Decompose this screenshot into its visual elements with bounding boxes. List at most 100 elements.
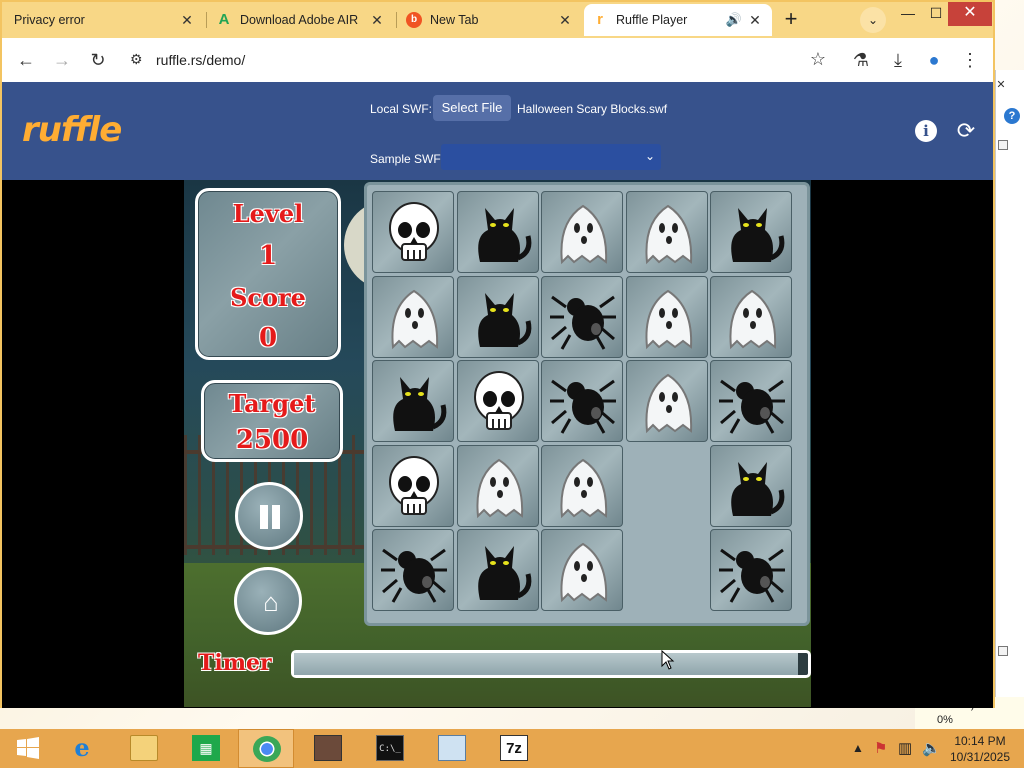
ruffle-header: ruffle Local SWF: Select File Halloween …: [2, 82, 993, 180]
board-tile-cat[interactable]: [710, 444, 792, 527]
download-icon[interactable]: ⤓: [884, 46, 912, 74]
tab-adobe-air[interactable]: A Download Adobe AIR ✕: [208, 4, 394, 36]
ruffle-demo-page: ruffle Local SWF: Select File Halloween …: [2, 82, 993, 708]
chevron-down-icon: ⌄: [644, 149, 655, 163]
ghost-icon: [644, 373, 692, 434]
window-close-button[interactable]: ✕: [948, 2, 992, 26]
sample-swf-label: Sample SWF:: [370, 152, 445, 166]
board-tile-spider[interactable]: [541, 360, 623, 442]
reload-button[interactable]: ↻: [84, 46, 112, 74]
chrome-icon: [253, 736, 281, 762]
close-tab-icon[interactable]: ✕: [368, 11, 386, 29]
pause-button[interactable]: [235, 482, 303, 550]
refresh-icon[interactable]: ⟳: [955, 120, 977, 142]
spider-icon: [719, 548, 785, 603]
taskbar-file-explorer[interactable]: [116, 729, 172, 768]
network-icon[interactable]: ▥: [898, 739, 912, 768]
url-text[interactable]: ruffle.rs/demo/: [156, 52, 245, 68]
select-file-button[interactable]: Select File: [433, 95, 511, 121]
background-checkbox[interactable]: [998, 140, 1008, 150]
close-tab-icon[interactable]: ✕: [556, 11, 574, 29]
board-tile-spider[interactable]: [710, 360, 792, 442]
board-tile-ghost[interactable]: [625, 191, 708, 273]
ruffle-favicon-icon: r: [597, 11, 603, 28]
sample-swf-select[interactable]: ⌄: [441, 144, 661, 170]
home-button[interactable]: ⌂: [234, 567, 302, 635]
tune-icon[interactable]: ⚙: [130, 51, 143, 68]
board-tile-ghost[interactable]: [541, 191, 623, 273]
tab-search-chevron-icon[interactable]: ⌄: [860, 7, 886, 33]
taskbar-system-monitor[interactable]: [424, 729, 480, 768]
background-checkbox[interactable]: [998, 646, 1008, 656]
7zip-icon: 7z: [500, 735, 528, 761]
taskbar-internet-explorer[interactable]: e: [54, 729, 110, 768]
board-tile-ghost[interactable]: [625, 275, 708, 358]
tab-label: New Tab: [430, 13, 479, 27]
info-icon[interactable]: i: [915, 120, 937, 142]
board-tile-spider[interactable]: [541, 275, 623, 358]
speaker-icon[interactable]: 🔊: [726, 12, 742, 28]
board-tile-skull[interactable]: [372, 444, 454, 527]
board-tile-ghost[interactable]: [541, 529, 623, 611]
tab-ruffle-player[interactable]: r Ruffle Player 🔊 ✕: [584, 4, 772, 36]
cat-icon: [477, 292, 531, 347]
board-tile-cat[interactable]: [456, 191, 539, 273]
background-help-icon[interactable]: ?: [1004, 108, 1020, 124]
forward-button[interactable]: →: [48, 46, 76, 74]
board-tile-spider[interactable]: [710, 529, 792, 611]
board-tile-ghost[interactable]: [625, 360, 708, 442]
mouse-cursor-icon: [661, 650, 675, 670]
board-tile-cat[interactable]: [456, 275, 539, 358]
cat-icon: [731, 208, 785, 262]
board-tile-cat[interactable]: [710, 191, 792, 273]
taskbar-clock[interactable]: 10:14 PM 10/31/2025: [944, 733, 1016, 765]
ghost-icon: [475, 458, 523, 518]
board-tile-cat[interactable]: [456, 529, 539, 611]
labs-icon[interactable]: ⚗: [847, 46, 875, 74]
adobe-favicon-icon: A: [218, 11, 230, 28]
taskbar-figure-app[interactable]: [300, 729, 356, 768]
tab-privacy-error[interactable]: Privacy error ✕: [6, 4, 204, 36]
ghost-icon: [560, 458, 608, 518]
board-tile-skull[interactable]: [456, 360, 539, 442]
browser-window: Privacy error ✕ A Download Adobe AIR ✕ b…: [0, 0, 995, 708]
local-swf-label: Local SWF:: [370, 102, 433, 116]
board-tile-ghost[interactable]: [456, 444, 539, 527]
ghost-icon: [644, 204, 692, 265]
board-tile-ghost[interactable]: [541, 444, 623, 527]
board-tile-ghost[interactable]: [710, 275, 792, 358]
level-score-panel: Level 1 Score 0: [195, 188, 341, 360]
tray-expand-icon[interactable]: ▲: [852, 741, 864, 768]
board-tile-cat[interactable]: [372, 360, 454, 442]
windows-start-icon: [17, 737, 39, 759]
taskbar-command-prompt[interactable]: C:\_: [362, 729, 418, 768]
ruffle-logo[interactable]: ruffle: [22, 110, 122, 150]
back-button[interactable]: ←: [12, 46, 40, 74]
game-canvas[interactable]: Level 1 Score 0 Target 2500 ⌂ Timer: [184, 180, 811, 707]
board-tile-ghost[interactable]: [372, 275, 454, 358]
taskbar-7zip[interactable]: 7z: [486, 729, 542, 768]
action-center-icon[interactable]: ⚑: [874, 739, 887, 768]
board-tile-spider[interactable]: [372, 529, 454, 611]
background-close-icon[interactable]: ✕: [996, 78, 1006, 92]
close-tab-icon[interactable]: ✕: [746, 11, 764, 29]
brave-favicon-icon: b: [406, 12, 422, 28]
tab-new-tab[interactable]: b New Tab ✕: [398, 4, 582, 36]
menu-icon[interactable]: ⋮: [956, 46, 984, 74]
volume-icon[interactable]: 🔈: [922, 739, 941, 768]
file-explorer-icon: [130, 735, 158, 761]
pause-icon: [260, 505, 268, 529]
taskbar-chrome[interactable]: [238, 729, 294, 768]
selected-file-name: Halloween Scary Blocks.swf: [517, 102, 668, 116]
taskbar-store[interactable]: ▦: [178, 729, 234, 768]
close-tab-icon[interactable]: ✕: [178, 11, 196, 29]
target-value: 2500: [235, 425, 309, 455]
new-tab-button[interactable]: +: [778, 7, 804, 33]
windows-start-button[interactable]: [0, 729, 56, 768]
profile-icon[interactable]: ●: [920, 46, 948, 74]
board-tile-skull[interactable]: [372, 191, 454, 273]
target-label: Target: [228, 389, 316, 418]
address-bar[interactable]: ⚙ ruffle.rs/demo/ ☆: [120, 44, 832, 76]
spider-icon: [719, 379, 785, 434]
star-icon[interactable]: ☆: [810, 49, 826, 70]
